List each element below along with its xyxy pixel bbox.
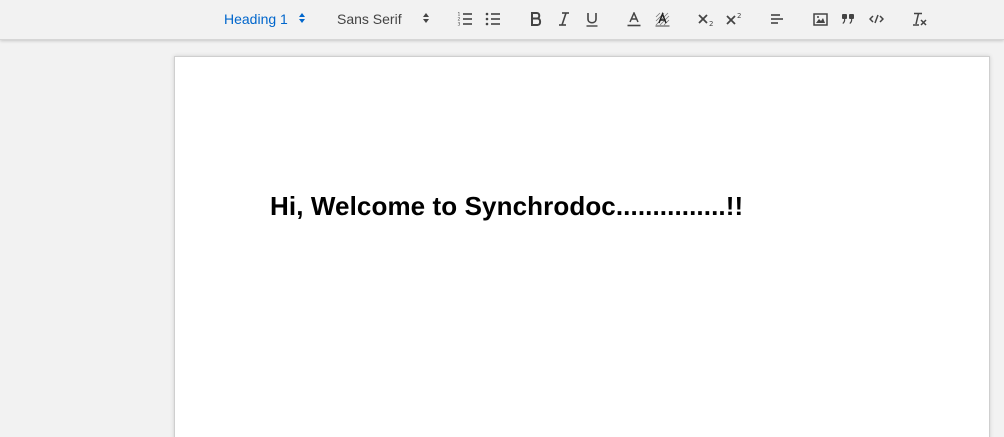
bullet-list-button[interactable] <box>484 8 502 30</box>
document-heading[interactable]: Hi, Welcome to Synchrodoc...............… <box>270 191 743 222</box>
clear-format-icon <box>912 12 927 26</box>
text-color-button[interactable] <box>626 8 642 30</box>
image-button[interactable] <box>811 8 829 30</box>
clear-format-button[interactable] <box>910 8 928 30</box>
ordered-list-button[interactable]: 123 <box>456 8 474 30</box>
subscript-button[interactable]: 2 <box>697 8 715 30</box>
italic-button[interactable] <box>556 8 572 30</box>
subscript-icon: 2 <box>697 14 713 26</box>
bullet-list-icon <box>485 12 500 26</box>
code-icon <box>868 14 884 24</box>
svg-text:3: 3 <box>458 22 461 27</box>
bold-icon <box>531 12 542 26</box>
blockquote-button[interactable] <box>839 8 857 30</box>
superscript-icon: 2 <box>725 12 741 25</box>
superscript-button[interactable]: 2 <box>725 8 743 30</box>
svg-text:2: 2 <box>737 12 741 20</box>
background-color-icon <box>655 11 669 26</box>
heading-picker[interactable]: Heading 1 <box>224 8 310 30</box>
svg-text:2: 2 <box>709 20 713 26</box>
dropdown-arrows-icon <box>423 13 429 23</box>
text-color-icon <box>627 11 641 26</box>
bold-button[interactable] <box>528 8 544 30</box>
document-page[interactable]: Hi, Welcome to Synchrodoc...............… <box>174 56 990 437</box>
italic-icon <box>559 12 569 26</box>
underline-icon <box>586 12 598 27</box>
font-picker-value: Sans Serif <box>337 11 402 27</box>
dropdown-arrows-icon <box>299 13 305 23</box>
code-button[interactable] <box>867 8 885 30</box>
align-button[interactable] <box>768 8 786 30</box>
underline-button[interactable] <box>584 8 600 30</box>
ordered-list-icon: 123 <box>458 12 472 27</box>
heading-picker-value: Heading 1 <box>224 11 288 27</box>
font-picker[interactable]: Sans Serif <box>337 8 433 30</box>
align-left-icon <box>771 14 783 24</box>
image-icon <box>812 12 828 26</box>
background-color-button[interactable] <box>654 8 670 30</box>
blockquote-icon <box>842 14 854 24</box>
editor-toolbar: Heading 1 Sans Serif 123 2 2 <box>0 0 1004 40</box>
